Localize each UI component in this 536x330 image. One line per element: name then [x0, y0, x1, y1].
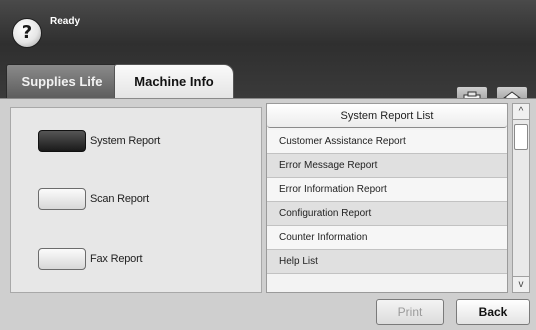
list-item[interactable]: Error Message Report: [267, 154, 507, 178]
list-item[interactable]: Help List: [267, 250, 507, 274]
list-item[interactable]: Customer Assistance Report: [267, 130, 507, 154]
tab-label: Supplies Life: [21, 74, 103, 89]
scan-report-toggle[interactable]: [38, 188, 86, 210]
report-list: System Report List Customer Assistance R…: [266, 103, 508, 293]
fax-report-option[interactable]: Fax Report: [38, 248, 143, 270]
list-item[interactable]: Error Information Report: [267, 178, 507, 202]
chevron-down-icon: v: [518, 279, 524, 290]
print-button[interactable]: Print: [376, 299, 444, 325]
report-label: System Report: [90, 135, 161, 147]
list-title: System Report List: [267, 104, 507, 128]
report-options-panel: System Report Scan Report Fax Report: [10, 107, 262, 293]
back-label: Back: [478, 305, 508, 319]
system-report-option[interactable]: System Report: [38, 130, 160, 152]
tab-label: Machine Info: [134, 74, 214, 89]
print-label: Print: [397, 305, 423, 319]
scroll-thumb[interactable]: [514, 124, 528, 150]
system-report-toggle[interactable]: [38, 130, 86, 152]
scan-report-option[interactable]: Scan Report: [38, 188, 149, 210]
content-area: System Report Scan Report Fax Report Sys…: [0, 98, 536, 330]
status-header: ? Ready Supplies Life Machine Info: [0, 0, 536, 98]
help-button[interactable]: ?: [12, 18, 42, 48]
fax-report-toggle[interactable]: [38, 248, 86, 270]
machine-info-screen: ? Ready Supplies Life Machine Info Syste…: [0, 0, 536, 330]
question-icon: ?: [21, 22, 33, 43]
list-item[interactable]: Configuration Report: [267, 202, 507, 226]
tab-machine-info[interactable]: Machine Info: [114, 64, 234, 98]
scroll-up-button[interactable]: ^: [513, 104, 529, 120]
status-text: Ready: [50, 16, 81, 27]
list-item[interactable]: Counter Information: [267, 226, 507, 250]
back-button[interactable]: Back: [456, 299, 530, 325]
report-label: Scan Report: [90, 193, 149, 205]
report-label: Fax Report: [90, 253, 143, 265]
tab-supplies-life[interactable]: Supplies Life: [6, 64, 118, 98]
list-scrollbar[interactable]: ^ v: [512, 103, 530, 293]
scroll-down-button[interactable]: v: [513, 276, 529, 292]
chevron-up-icon: ^: [518, 106, 524, 117]
